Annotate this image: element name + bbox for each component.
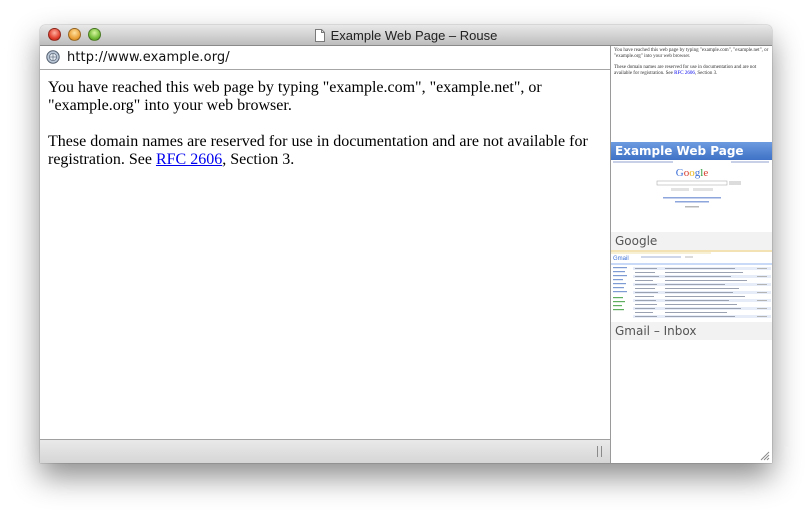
page-paragraph-1: You have reached this web page by typing… xyxy=(48,79,542,114)
paragraph-2-text-after: , Section 3. xyxy=(222,151,295,168)
window-title-group: Example Web Page – Rouse xyxy=(40,25,772,45)
tab-thumbnail-example[interactable]: You have reached this web page by typing… xyxy=(614,48,769,82)
tab-thumbnail-google[interactable]: Google xyxy=(611,160,772,232)
thumbnail-paragraph-1: You have reached this web page by typing… xyxy=(614,48,769,59)
window-title: Example Web Page – Rouse xyxy=(330,27,498,43)
window-resize-icon[interactable] xyxy=(760,451,770,461)
document-icon xyxy=(314,28,325,42)
thumbnail-paragraph-2: These domain names are reserved for use … xyxy=(614,65,769,77)
rfc-2606-link[interactable]: RFC 2606 xyxy=(156,151,222,168)
tab-google[interactable]: Google xyxy=(611,232,772,250)
address-bar[interactable]: http://www.example.org/ xyxy=(40,46,610,70)
thumbnail-text-after: , Section 3. xyxy=(694,71,718,76)
title-bar[interactable]: Example Web Page – Rouse xyxy=(40,25,772,46)
page-paragraph-2: These domain names are reserved for use … xyxy=(48,133,602,169)
url-field[interactable]: http://www.example.org/ xyxy=(67,50,230,65)
gmail-logo: Gmail xyxy=(613,256,629,262)
resize-grip-icon[interactable] xyxy=(597,446,602,457)
tab-sidebar: You have reached this web page by typing… xyxy=(610,46,772,463)
globe-icon xyxy=(46,50,60,64)
thumbnail-rfc-link: RFC 2606 xyxy=(674,71,695,76)
tab-gmail-inbox[interactable]: Gmail – Inbox xyxy=(611,322,772,340)
page-content: You have reached this web page by typing… xyxy=(40,70,610,439)
google-logo: Google xyxy=(676,167,709,179)
tab-thumbnail-gmail[interactable]: Gmail xyxy=(611,250,772,322)
browser-window: Example Web Page – Rouse http://www.exam… xyxy=(40,25,772,463)
status-bar xyxy=(40,439,610,463)
tab-example-web-page[interactable]: Example Web Page xyxy=(611,142,772,160)
paragraph-2-text-before: These domain names are reserved for use … xyxy=(48,133,588,168)
